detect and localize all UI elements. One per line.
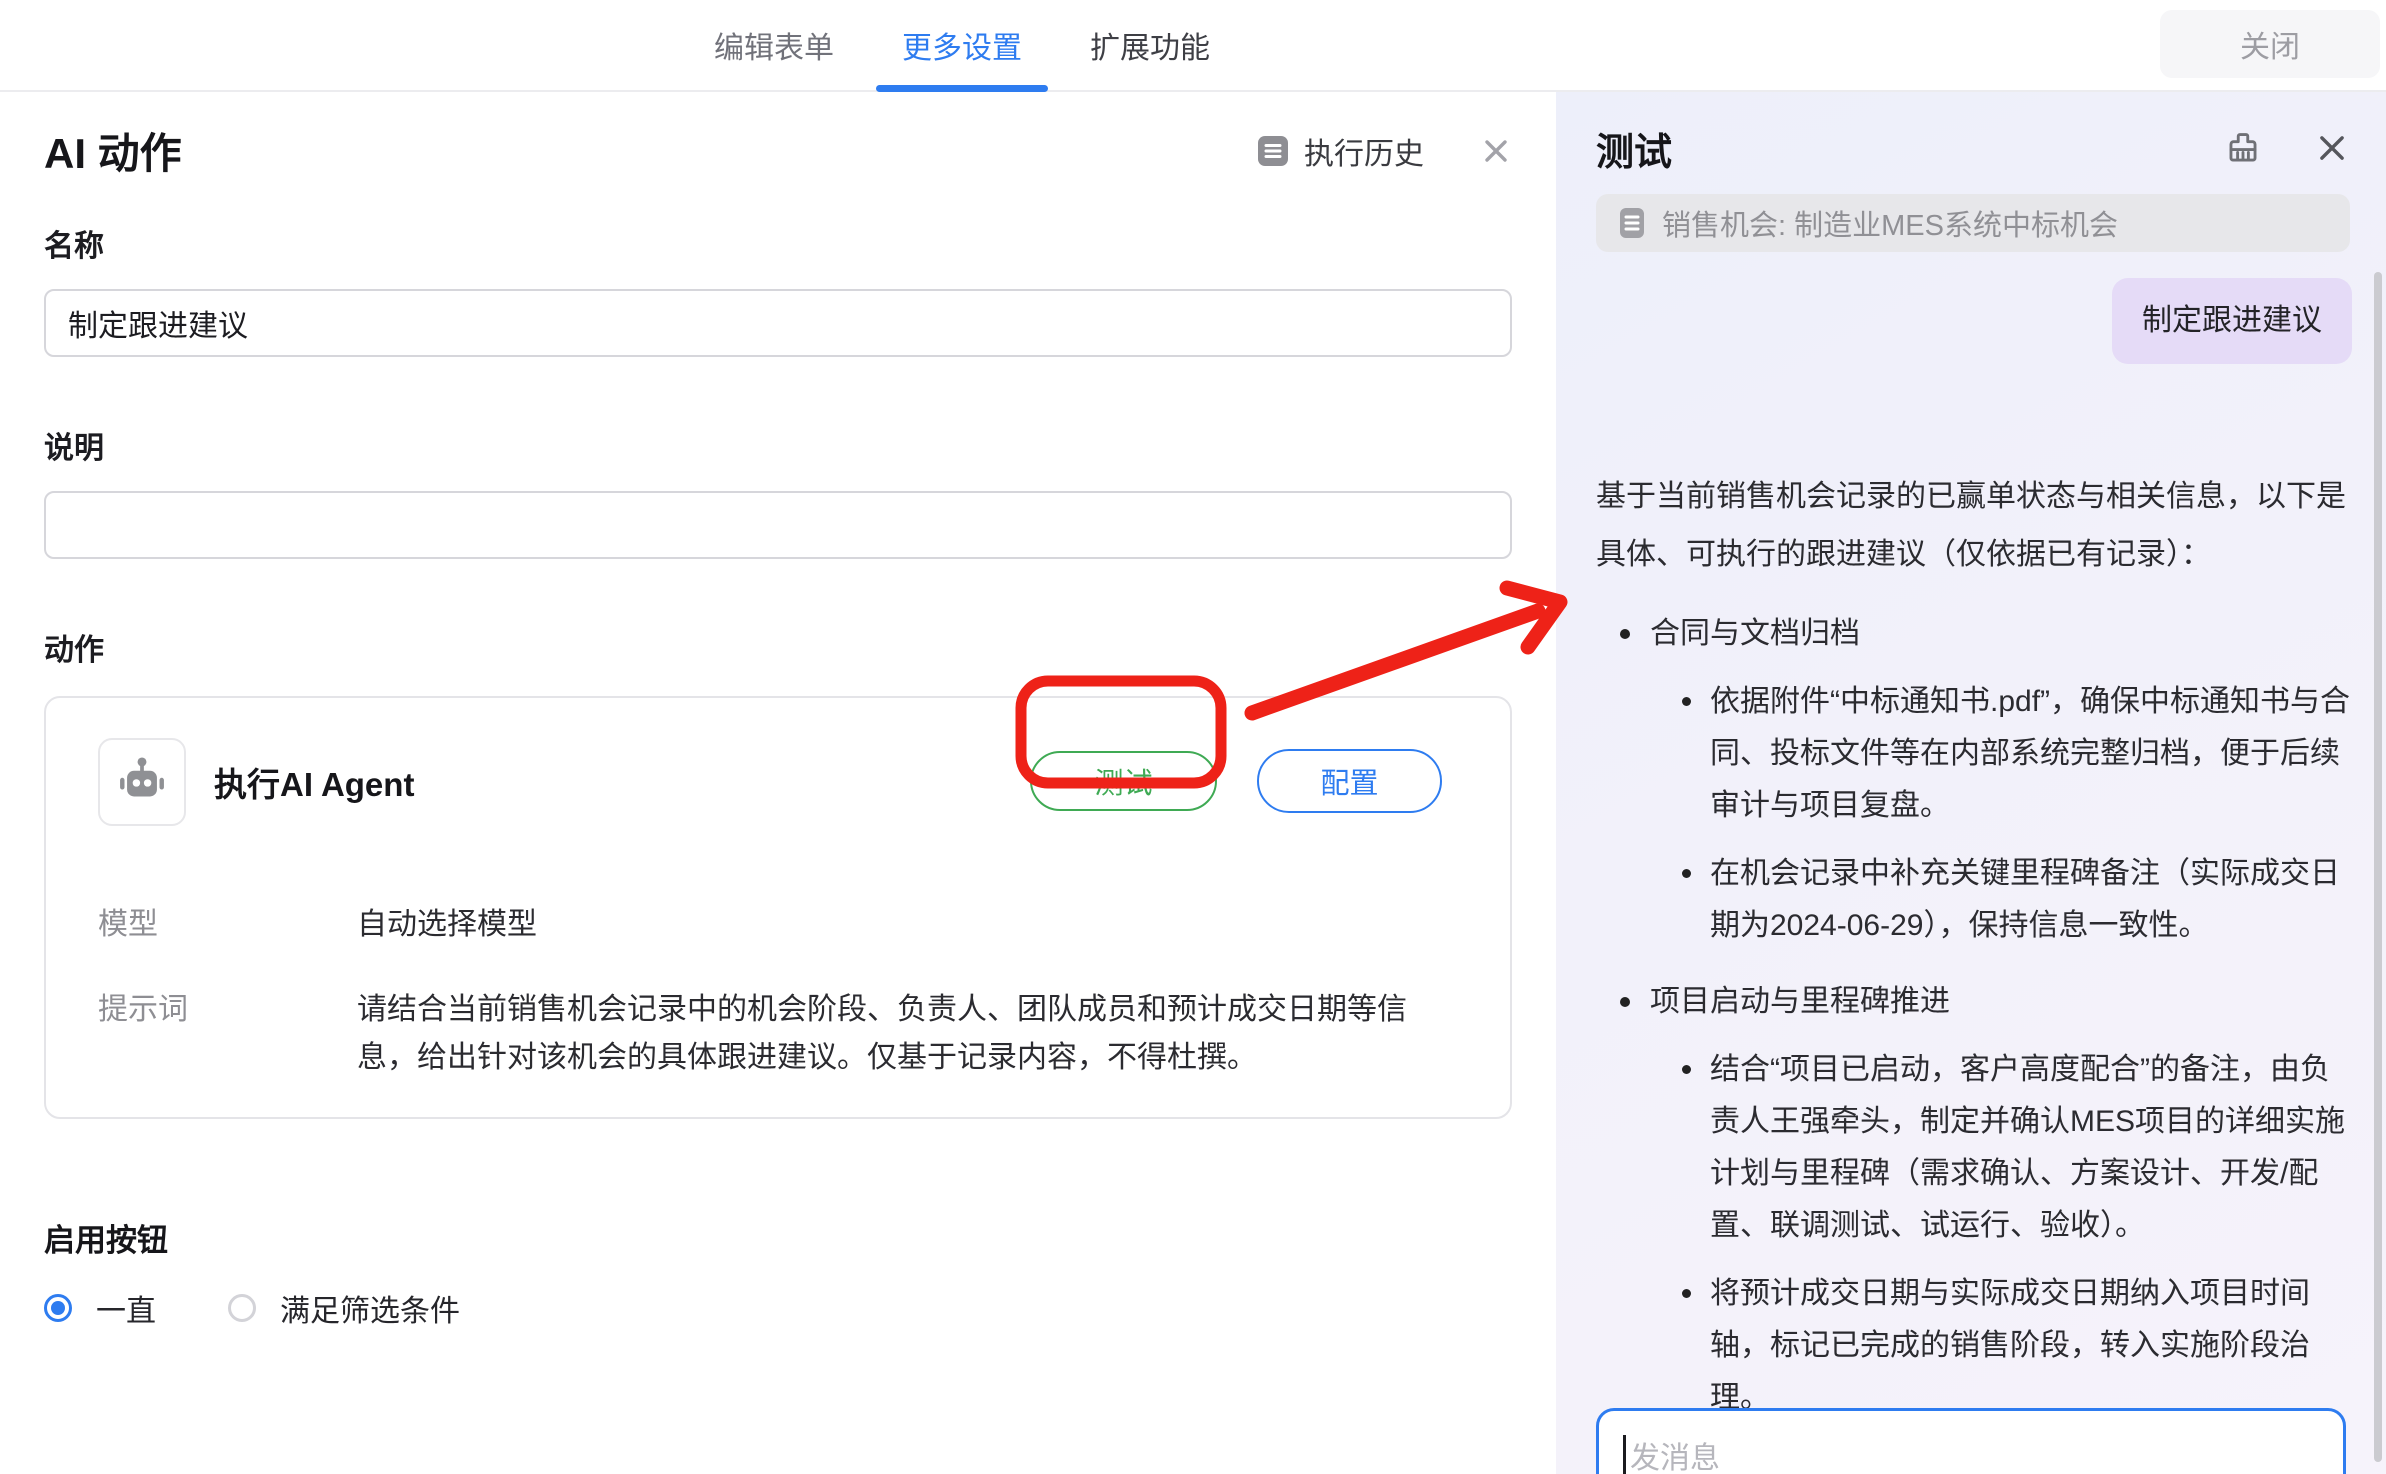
chat-input[interactable]: 发消息 (1596, 1408, 2346, 1474)
radio-filter-label: 满足筛选条件 (280, 1286, 460, 1330)
history-icon (1258, 136, 1288, 166)
ai-action-editor: AI 动作 执行历史 名称 说明 动作 (0, 92, 1556, 1474)
record-icon (1618, 207, 1646, 239)
radio-always[interactable]: 一直 (44, 1286, 156, 1330)
description-label: 说明 (44, 423, 1512, 467)
chat-input-placeholder: 发消息 (1630, 1442, 1720, 1474)
ai-bullet-item: 依据附件“中标通知书.pdf”，确保中标通知书与合同、投标文件等在内部系统完整归… (1650, 676, 2352, 832)
top-header: 编辑表单 更多设置 扩展功能 关闭 (0, 0, 2386, 92)
app-window: 编辑表单 更多设置 扩展功能 关闭 AI 动作 执行历史 名称 说明 动作 (0, 0, 2386, 1474)
tab-edit-form[interactable]: 编辑表单 (714, 0, 834, 90)
editor-close-icon[interactable] (1480, 135, 1512, 167)
radio-filter-condition[interactable]: 满足筛选条件 (228, 1286, 460, 1330)
robot-icon (98, 738, 186, 826)
ai-bullet-item: 结合“项目已启动，客户高度配合”的备注，由负责人王强牵头，制定并确认MES项目的… (1650, 1044, 2352, 1252)
header-tabs: 编辑表单 更多设置 扩展功能 (714, 0, 1210, 90)
test-button[interactable]: 测试 (1030, 751, 1217, 811)
ai-bullet-section: 项目启动与里程碑推进结合“项目已启动，客户高度配合”的备注，由负责人王强牵头，制… (1596, 976, 2352, 1424)
test-panel-title: 测试 (1596, 121, 1672, 176)
ai-message: 基于当前销售机会记录的已赢单状态与相关信息，以下是具体、可执行的跟进建议（仅依据… (1596, 468, 2352, 1474)
radio-always-label: 一直 (96, 1286, 156, 1330)
ai-bullet-section: 合同与文档归档依据附件“中标通知书.pdf”，确保中标通知书与合同、投标文件等在… (1596, 608, 2352, 952)
config-button[interactable]: 配置 (1257, 749, 1442, 813)
record-chip-text: 销售机会: 制造业MES系统中标机会 (1662, 202, 2118, 244)
test-panel: 测试 销售机会: 制造业MES系统中标机会 制定跟进建议 (1556, 92, 2386, 1474)
action-card: 执行AI Agent 测试 配置 模型 自动选择模型 提示词 请结合当前销售机会… (44, 696, 1512, 1119)
radio-circle (44, 1294, 72, 1322)
history-label: 执行历史 (1304, 129, 1424, 173)
prompt-label: 提示词 (98, 986, 357, 1034)
page-title: AI 动作 (44, 120, 182, 181)
close-window-button[interactable]: 关闭 (2160, 10, 2380, 78)
ai-bullet-section-title: 项目启动与里程碑推进 (1650, 976, 2352, 1028)
scrollbar-thumb[interactable] (2374, 272, 2382, 1462)
tab-extensions[interactable]: 扩展功能 (1090, 0, 1210, 90)
model-label: 模型 (98, 901, 357, 949)
model-row: 模型 自动选择模型 (98, 901, 1462, 949)
ai-message-list: 合同与文档归档依据附件“中标通知书.pdf”，确保中标通知书与合同、投标文件等在… (1596, 608, 2352, 1474)
clear-chat-icon[interactable] (2224, 129, 2262, 167)
prompt-row: 提示词 请结合当前销售机会记录中的机会阶段、负责人、团队成员和预计成交日期等信息… (98, 986, 1462, 1082)
record-context-chip[interactable]: 销售机会: 制造业MES系统中标机会 (1596, 194, 2350, 252)
enable-button-label: 启用按钮 (44, 1215, 1512, 1260)
prompt-value: 请结合当前销售机会记录中的机会阶段、负责人、团队成员和预计成交日期等信息，给出针… (357, 986, 1462, 1082)
text-cursor (1623, 1435, 1626, 1474)
name-label: 名称 (44, 221, 1512, 265)
ai-message-intro: 基于当前销售机会记录的已赢单状态与相关信息，以下是具体、可执行的跟进建议（仅依据… (1596, 468, 2352, 584)
test-panel-close-icon[interactable] (2314, 130, 2350, 166)
ai-bullet-item: 将预计成交日期与实际成交日期纳入项目时间轴，标记已完成的销售阶段，转入实施阶段治… (1650, 1268, 2352, 1424)
radio-circle (228, 1294, 256, 1322)
name-input[interactable] (44, 289, 1512, 357)
tab-more-settings[interactable]: 更多设置 (902, 0, 1022, 90)
agent-action-title: 执行AI Agent (214, 738, 414, 826)
editor-title-row: AI 动作 执行历史 (44, 120, 1512, 181)
description-input[interactable] (44, 491, 1512, 559)
user-message-bubble: 制定跟进建议 (2112, 278, 2352, 364)
execution-history-button[interactable]: 执行历史 (1258, 129, 1424, 173)
action-section-label: 动作 (44, 625, 1512, 669)
ai-bullet-item: 在机会记录中补充关键里程碑备注（实际成交日期为2024-06-29），保持信息一… (1650, 848, 2352, 952)
test-panel-header: 测试 (1596, 122, 2350, 174)
model-value: 自动选择模型 (357, 901, 1462, 949)
enable-radio-group: 一直 满足筛选条件 (44, 1286, 1512, 1330)
ai-bullet-section-title: 合同与文档归档 (1650, 608, 2352, 660)
